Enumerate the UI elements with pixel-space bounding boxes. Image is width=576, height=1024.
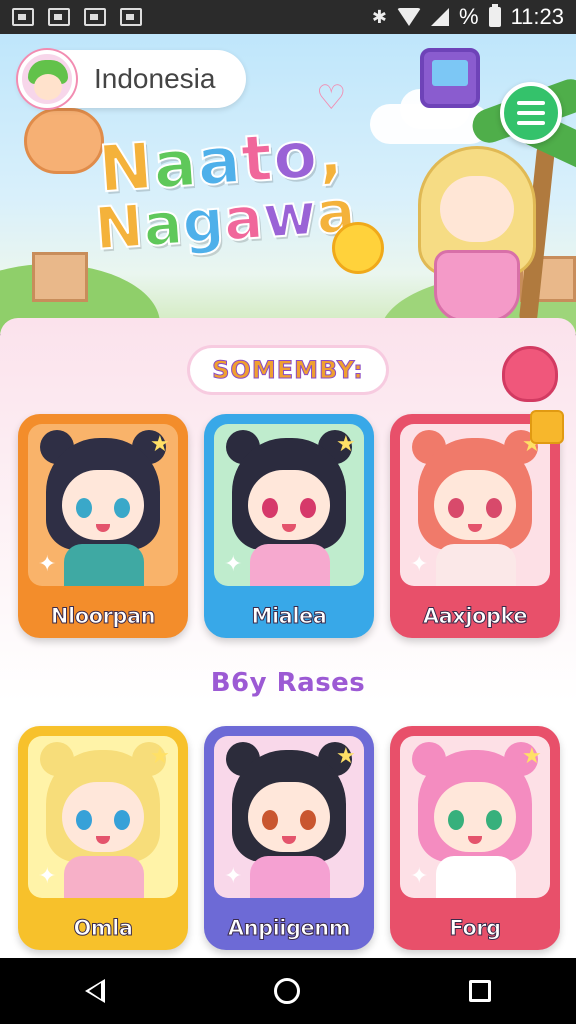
signal-icon: [431, 8, 450, 26]
avatar[interactable]: [18, 50, 76, 108]
star-icon: ★: [336, 432, 356, 457]
sparkle-icon: ✦: [410, 552, 429, 577]
character-portrait: ✦ ★: [400, 736, 550, 898]
character-name: Omla: [73, 916, 134, 941]
clock: 11:23: [510, 4, 564, 29]
character-card[interactable]: ✦ ★ Mialea: [204, 414, 374, 638]
character-portrait: ✦ ★: [28, 736, 178, 898]
character-portrait: ✦ ★: [214, 736, 364, 898]
voicemail-icon: [48, 8, 70, 26]
battery-icon: [488, 4, 501, 27]
gallery-icon: [12, 8, 34, 26]
nav-bar: [0, 958, 576, 1024]
status-bar: ✱ % 11:23: [0, 0, 576, 34]
sparkle-icon: ✦: [224, 864, 243, 889]
character-name: Aaxjopke: [422, 604, 528, 629]
keyboard-icon: [120, 8, 142, 26]
star-icon: ★: [336, 744, 356, 769]
sun-mascot: [332, 222, 384, 274]
back-icon[interactable]: [84, 979, 105, 1003]
character-portrait: ✦ ★: [400, 424, 550, 586]
star-icon: ★: [150, 432, 170, 457]
character-card[interactable]: ✦ ★ Aaxjopke: [390, 410, 564, 638]
sparkle-icon: ✦: [38, 552, 57, 577]
bluetooth-icon: ✱: [371, 6, 388, 27]
region-selector[interactable]: Indonesia: [18, 50, 246, 108]
section-title-label: B6y Rases: [210, 668, 366, 698]
tablet-icon[interactable]: [420, 48, 480, 108]
character-card[interactable]: ✦ ★ Omla: [18, 726, 188, 950]
blonde-girl-mascot: [418, 146, 536, 326]
character-portrait: ✦ ★: [28, 424, 178, 586]
section-title-label: SOMEMBY:: [190, 348, 386, 392]
recent-apps-icon[interactable]: [469, 980, 492, 1002]
logo-line-2: Nagawa: [91, 176, 358, 264]
menu-icon: [517, 101, 545, 105]
section-title-2: B6y Rases: [0, 668, 576, 698]
sparkle-icon: ✦: [224, 552, 243, 577]
sparkle-icon: ✦: [38, 864, 57, 889]
character-panel: SOMEMBY: B6y Rases ✦ ★ Nloorpan ✦ ★ Mialea ✦ ★ A…: [0, 318, 576, 958]
heart-decoration: ♡: [316, 78, 347, 118]
star-icon: ★: [522, 744, 542, 769]
character-name: Anpiigenm: [227, 916, 351, 941]
new-badge-icon: [530, 410, 564, 444]
wifi-icon: [397, 8, 422, 26]
region-label: Indonesia: [94, 63, 216, 94]
game-logo: Naato, Nagawa: [84, 116, 361, 264]
menu-button[interactable]: [500, 82, 562, 144]
header-banner: ♡ Indonesia Naato, Nagawa: [0, 34, 576, 334]
battery-percent-label: %: [459, 4, 479, 29]
character-name: Forg: [449, 916, 502, 941]
character-name: Mialea: [251, 604, 327, 629]
sparkle-icon: ✦: [410, 864, 429, 889]
house-decoration: [32, 252, 88, 302]
character-name: Nloorpan: [50, 604, 156, 629]
star-icon: ★: [150, 744, 170, 769]
character-card[interactable]: ✦ ★ Nloorpan: [18, 414, 188, 638]
message-icon: [84, 8, 106, 26]
character-portrait: ✦ ★: [214, 424, 364, 586]
character-card[interactable]: ✦ ★ Forg: [390, 726, 560, 950]
section-title-1: SOMEMBY:: [0, 348, 576, 392]
home-icon[interactable]: [273, 978, 300, 1004]
character-card[interactable]: ✦ ★ Anpiigenm: [204, 726, 374, 950]
